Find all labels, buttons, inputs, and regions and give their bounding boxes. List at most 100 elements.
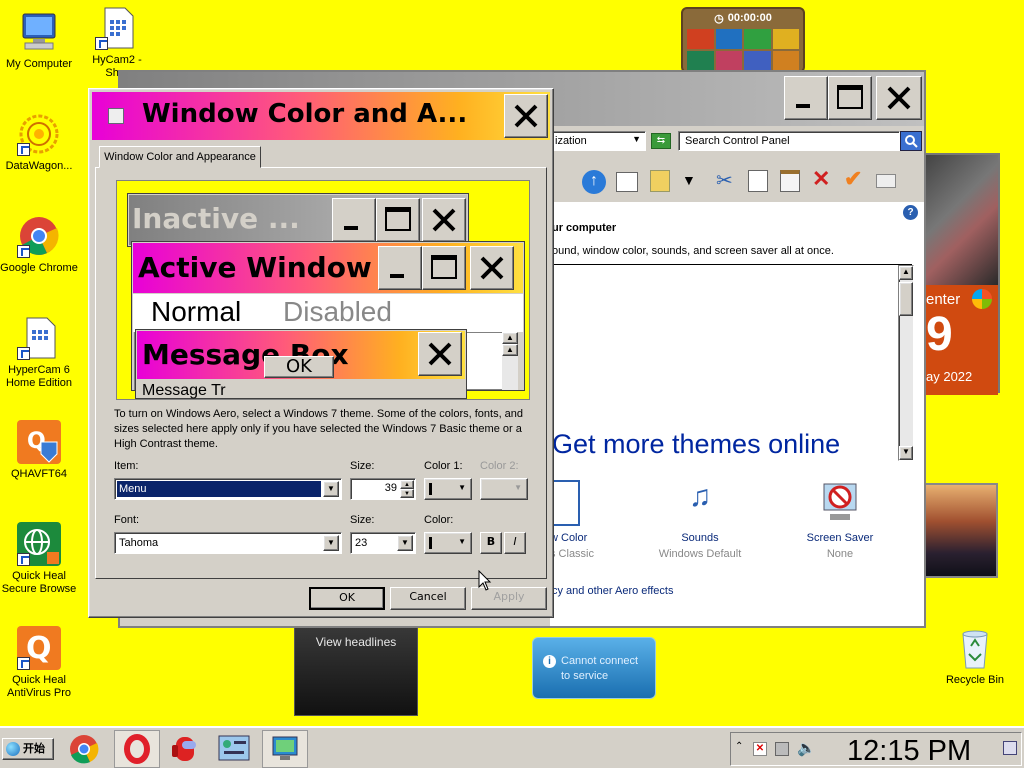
screen-saver-icon [820, 480, 860, 526]
search-button[interactable] [900, 131, 922, 151]
dialog-close-button[interactable] [504, 94, 548, 138]
window-color-icon [550, 480, 580, 526]
desktop-icon-recycle-bin[interactable]: Recycle Bin [936, 626, 1014, 687]
sounds-item[interactable]: ♫ Sounds Windows Default [650, 480, 750, 560]
close-button[interactable] [876, 76, 922, 120]
color1-label: Color 1: [424, 460, 463, 472]
address-bar[interactable]: ization ▼ [550, 131, 646, 151]
preview-active-close-icon [470, 246, 514, 290]
taskbar-display-properties-icon[interactable] [262, 730, 308, 768]
globe-icon [17, 522, 61, 566]
views-dropdown-icon[interactable]: ▼ [682, 172, 696, 188]
desktop-icon-my-computer[interactable]: My Computer [0, 10, 78, 71]
italic-button[interactable]: I [504, 532, 526, 554]
content-pane: ? ur computer ound, window color, sounds… [550, 202, 924, 626]
cut-icon[interactable]: ✂ [716, 168, 733, 193]
show-hidden-icons-button[interactable]: ⌃ [735, 741, 743, 752]
cancel-button[interactable]: Cancel [390, 587, 466, 610]
taskbar-chrome-icon[interactable] [68, 733, 100, 765]
network-icon[interactable] [775, 742, 789, 756]
item-size-stepper[interactable]: 39 ▲ ▼ [350, 478, 416, 500]
folder-options-icon[interactable] [650, 170, 670, 192]
help-icon[interactable]: ? [903, 205, 918, 220]
desktop-icon-qhavft64[interactable]: Q QHAVFT64 [0, 420, 78, 481]
aero-info-text: To turn on Windows Aero, select a Window… [114, 408, 524, 450]
taskbar-clock[interactable]: 12:15 PM [847, 735, 971, 768]
window-color-dialog[interactable]: Window Color and A... Window Color and A… [88, 88, 554, 618]
stepper-up-button[interactable]: ▲ [400, 480, 414, 489]
maximize-button[interactable] [828, 76, 872, 120]
item-size-label: Size: [350, 460, 375, 472]
chevron-down-icon[interactable]: ▼ [632, 134, 641, 144]
search-icon [905, 135, 918, 148]
screen-saver-item[interactable]: Screen Saver None [790, 480, 890, 560]
chevron-down-icon[interactable]: ▼ [397, 535, 413, 551]
scroll-up-button[interactable]: ▲ [899, 266, 913, 280]
stepper-down-button[interactable]: ▼ [400, 489, 414, 498]
volume-icon[interactable]: 🔈 [797, 739, 816, 757]
window-color-item[interactable]: w Color s Classic [550, 480, 610, 560]
themes-online-link[interactable]: Get more themes online [552, 429, 840, 460]
tab-window-color[interactable]: Window Color and Appearance [99, 146, 261, 168]
stopwatch-tiles [683, 27, 803, 73]
stopwatch-gadget[interactable]: ◷ 00:00:00 [681, 7, 805, 73]
start-button[interactable]: 开始 [2, 738, 54, 760]
desktop-icon-hypercam6[interactable]: HyperCam 6 Home Edition [0, 316, 78, 390]
bold-button[interactable]: B [480, 532, 502, 554]
taskbar-control-panel-icon[interactable] [216, 733, 252, 765]
minimize-button[interactable] [784, 76, 828, 120]
desktop-icon-hycam2[interactable]: HyCam2 - Shor [78, 6, 156, 80]
color2-label: Color 2: [480, 460, 519, 472]
taskbar-opera-icon[interactable] [114, 730, 160, 768]
font-size-label: Size: [350, 514, 375, 526]
item-select[interactable]: Menu ▼ [114, 478, 342, 500]
desktop-icon-quickheal-av[interactable]: Q Quick Heal AntiVirus Pro [0, 626, 78, 700]
preview-message-box: Message Box OK Message Tr [135, 329, 467, 399]
color1-picker[interactable]: ▼ [424, 478, 472, 500]
up-folder-icon[interactable]: ↑ [582, 170, 606, 194]
font-size-select[interactable]: 23 ▼ [350, 532, 416, 554]
desktop-icon-datawagon[interactable]: DataWagon... [0, 112, 78, 173]
headlines-link[interactable]: View headlines [295, 635, 417, 649]
properties-icon[interactable] [876, 174, 896, 188]
chevron-down-icon[interactable]: ▼ [323, 481, 339, 497]
chevron-down-icon[interactable]: ▼ [323, 535, 339, 551]
shortcut-arrow-icon [17, 553, 30, 566]
media-center-gadget[interactable]: enter 9 ay 2022 [924, 153, 1000, 395]
delete-icon[interactable]: ✕ [812, 166, 830, 192]
taskbar-among-us-icon[interactable] [168, 733, 202, 765]
media-center-bar: enter 9 ay 2022 [926, 285, 998, 395]
themes-list[interactable]: ▲ ▼ Get more themes online [552, 264, 914, 461]
preview-ok-button: OK [264, 356, 334, 378]
mouse-cursor-icon [478, 570, 492, 591]
shortcut-arrow-icon [95, 37, 108, 50]
show-desktop-button[interactable] [1003, 741, 1017, 755]
taskbar: 开始 ⌃ ✕ 🔈 12:15 PM [0, 726, 1024, 768]
themes-scrollbar[interactable]: ▲ ▼ [898, 265, 914, 461]
font-select[interactable]: Tahoma ▼ [114, 532, 342, 554]
shortcut-arrow-icon [17, 245, 30, 258]
refresh-button[interactable]: ⇆ [651, 133, 671, 149]
system-tray: ⌃ ✕ 🔈 12:15 PM [730, 732, 1022, 768]
security-alert-icon[interactable]: ✕ [753, 742, 767, 756]
color2-picker[interactable]: ▼ [480, 478, 528, 500]
slideshow-gadget[interactable] [924, 483, 998, 578]
checkmark-icon[interactable]: ✔ [844, 166, 862, 192]
quickheal-q-icon: Q [17, 626, 61, 670]
scroll-thumb[interactable] [899, 282, 913, 316]
scroll-down-button[interactable]: ▼ [899, 446, 913, 460]
aero-effects-link[interactable]: cy and other Aero effects [552, 585, 673, 597]
desktop-icon-chrome[interactable]: Google Chrome [0, 214, 78, 275]
font-color-picker[interactable]: ▼ [424, 532, 472, 554]
ok-button[interactable]: OK [309, 587, 385, 610]
color-swatch [429, 537, 432, 549]
headlines-gadget[interactable]: View headlines [294, 622, 418, 716]
weather-gadget[interactable]: i Cannot connect to service [532, 637, 656, 699]
close-icon [887, 86, 911, 110]
preview-minimize-icon [332, 198, 376, 242]
search-input[interactable]: Search Control Panel [678, 131, 900, 151]
folders-pane-icon[interactable] [616, 172, 638, 192]
copy-icon[interactable] [748, 170, 768, 192]
desktop-icon-quickheal-browse[interactable]: Quick Heal Secure Browse [0, 522, 78, 596]
paste-icon[interactable] [780, 170, 800, 192]
